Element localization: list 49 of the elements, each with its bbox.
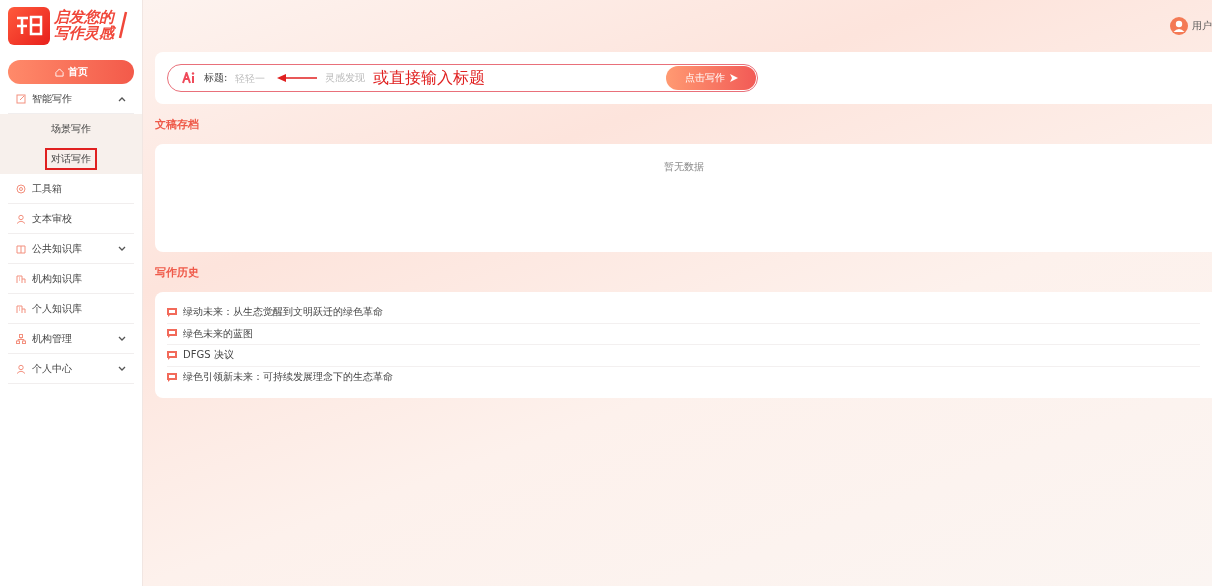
book-icon (16, 243, 26, 254)
sidebar-item-label: 文本审校 (32, 211, 73, 226)
logo-text: 启发您的 (54, 10, 114, 26)
annotation-text: 或直接输入标题 (373, 67, 486, 89)
history-item[interactable]: 绿色引领新未来：可持续发展理念下的生态革命 (183, 370, 393, 385)
home-icon (54, 67, 64, 77)
pen-icon (118, 11, 128, 41)
org-chart-icon (16, 333, 26, 344)
logo-icon (8, 7, 50, 45)
avatar-icon[interactable] (1170, 17, 1188, 35)
gear-icon (16, 183, 26, 194)
sidebar-item-label: 个人中心 (32, 361, 73, 376)
edit-icon (16, 93, 26, 104)
building-icon (16, 303, 26, 314)
user-name[interactable]: 用户 (1192, 19, 1212, 33)
history-item[interactable]: 绿动未来：从生态觉醒到文明跃迁的绿色革命 (183, 305, 383, 320)
user-icon (16, 363, 26, 374)
user-icon (16, 213, 26, 224)
sidebar-item[interactable]: 公共知识库 (8, 234, 134, 264)
sidebar-item-label: 机构管理 (32, 331, 73, 346)
sidebar-item[interactable]: 机构知识库 (8, 264, 134, 294)
chat-icon (167, 350, 177, 360)
chat-icon (167, 307, 177, 317)
sidebar-item[interactable]: 机构管理 (8, 324, 134, 354)
submenu-item[interactable]: 场景写作 (45, 118, 97, 140)
section-title: 文稿存档 (155, 116, 199, 132)
sidebar-item-label: 个人知识库 (32, 301, 83, 316)
chat-icon (167, 372, 177, 382)
ai-icon (182, 72, 196, 84)
section-title: 写作历史 (155, 264, 199, 280)
history-item[interactable]: DFGS 决议 (183, 348, 234, 363)
annotation-arrow (277, 74, 318, 82)
placeholder-text: 灵感发现 (325, 71, 366, 85)
title-label: 标题: (204, 71, 228, 85)
sidebar-item-label: 工具箱 (32, 181, 63, 196)
sidebar-item-label: 智能写作 (32, 91, 73, 106)
sidebar-item-label: 公共知识库 (32, 241, 83, 256)
sidebar-item[interactable]: 工具箱 (8, 174, 134, 204)
sidebar-item[interactable]: 个人知识库 (8, 294, 134, 324)
sidebar-item[interactable]: 个人中心 (8, 354, 134, 384)
logo-text: 写作灵感 (54, 26, 114, 42)
empty-text: 暂无数据 (663, 160, 704, 174)
chat-icon (167, 329, 177, 339)
sidebar-item[interactable]: 文本审校 (8, 204, 134, 234)
send-icon (729, 74, 738, 82)
history-item[interactable]: 绿色未来的蓝图 (183, 326, 253, 341)
submenu-item[interactable]: 对话写作 (45, 148, 97, 170)
building-icon (16, 273, 26, 284)
sidebar-item-label: 机构知识库 (32, 271, 83, 286)
